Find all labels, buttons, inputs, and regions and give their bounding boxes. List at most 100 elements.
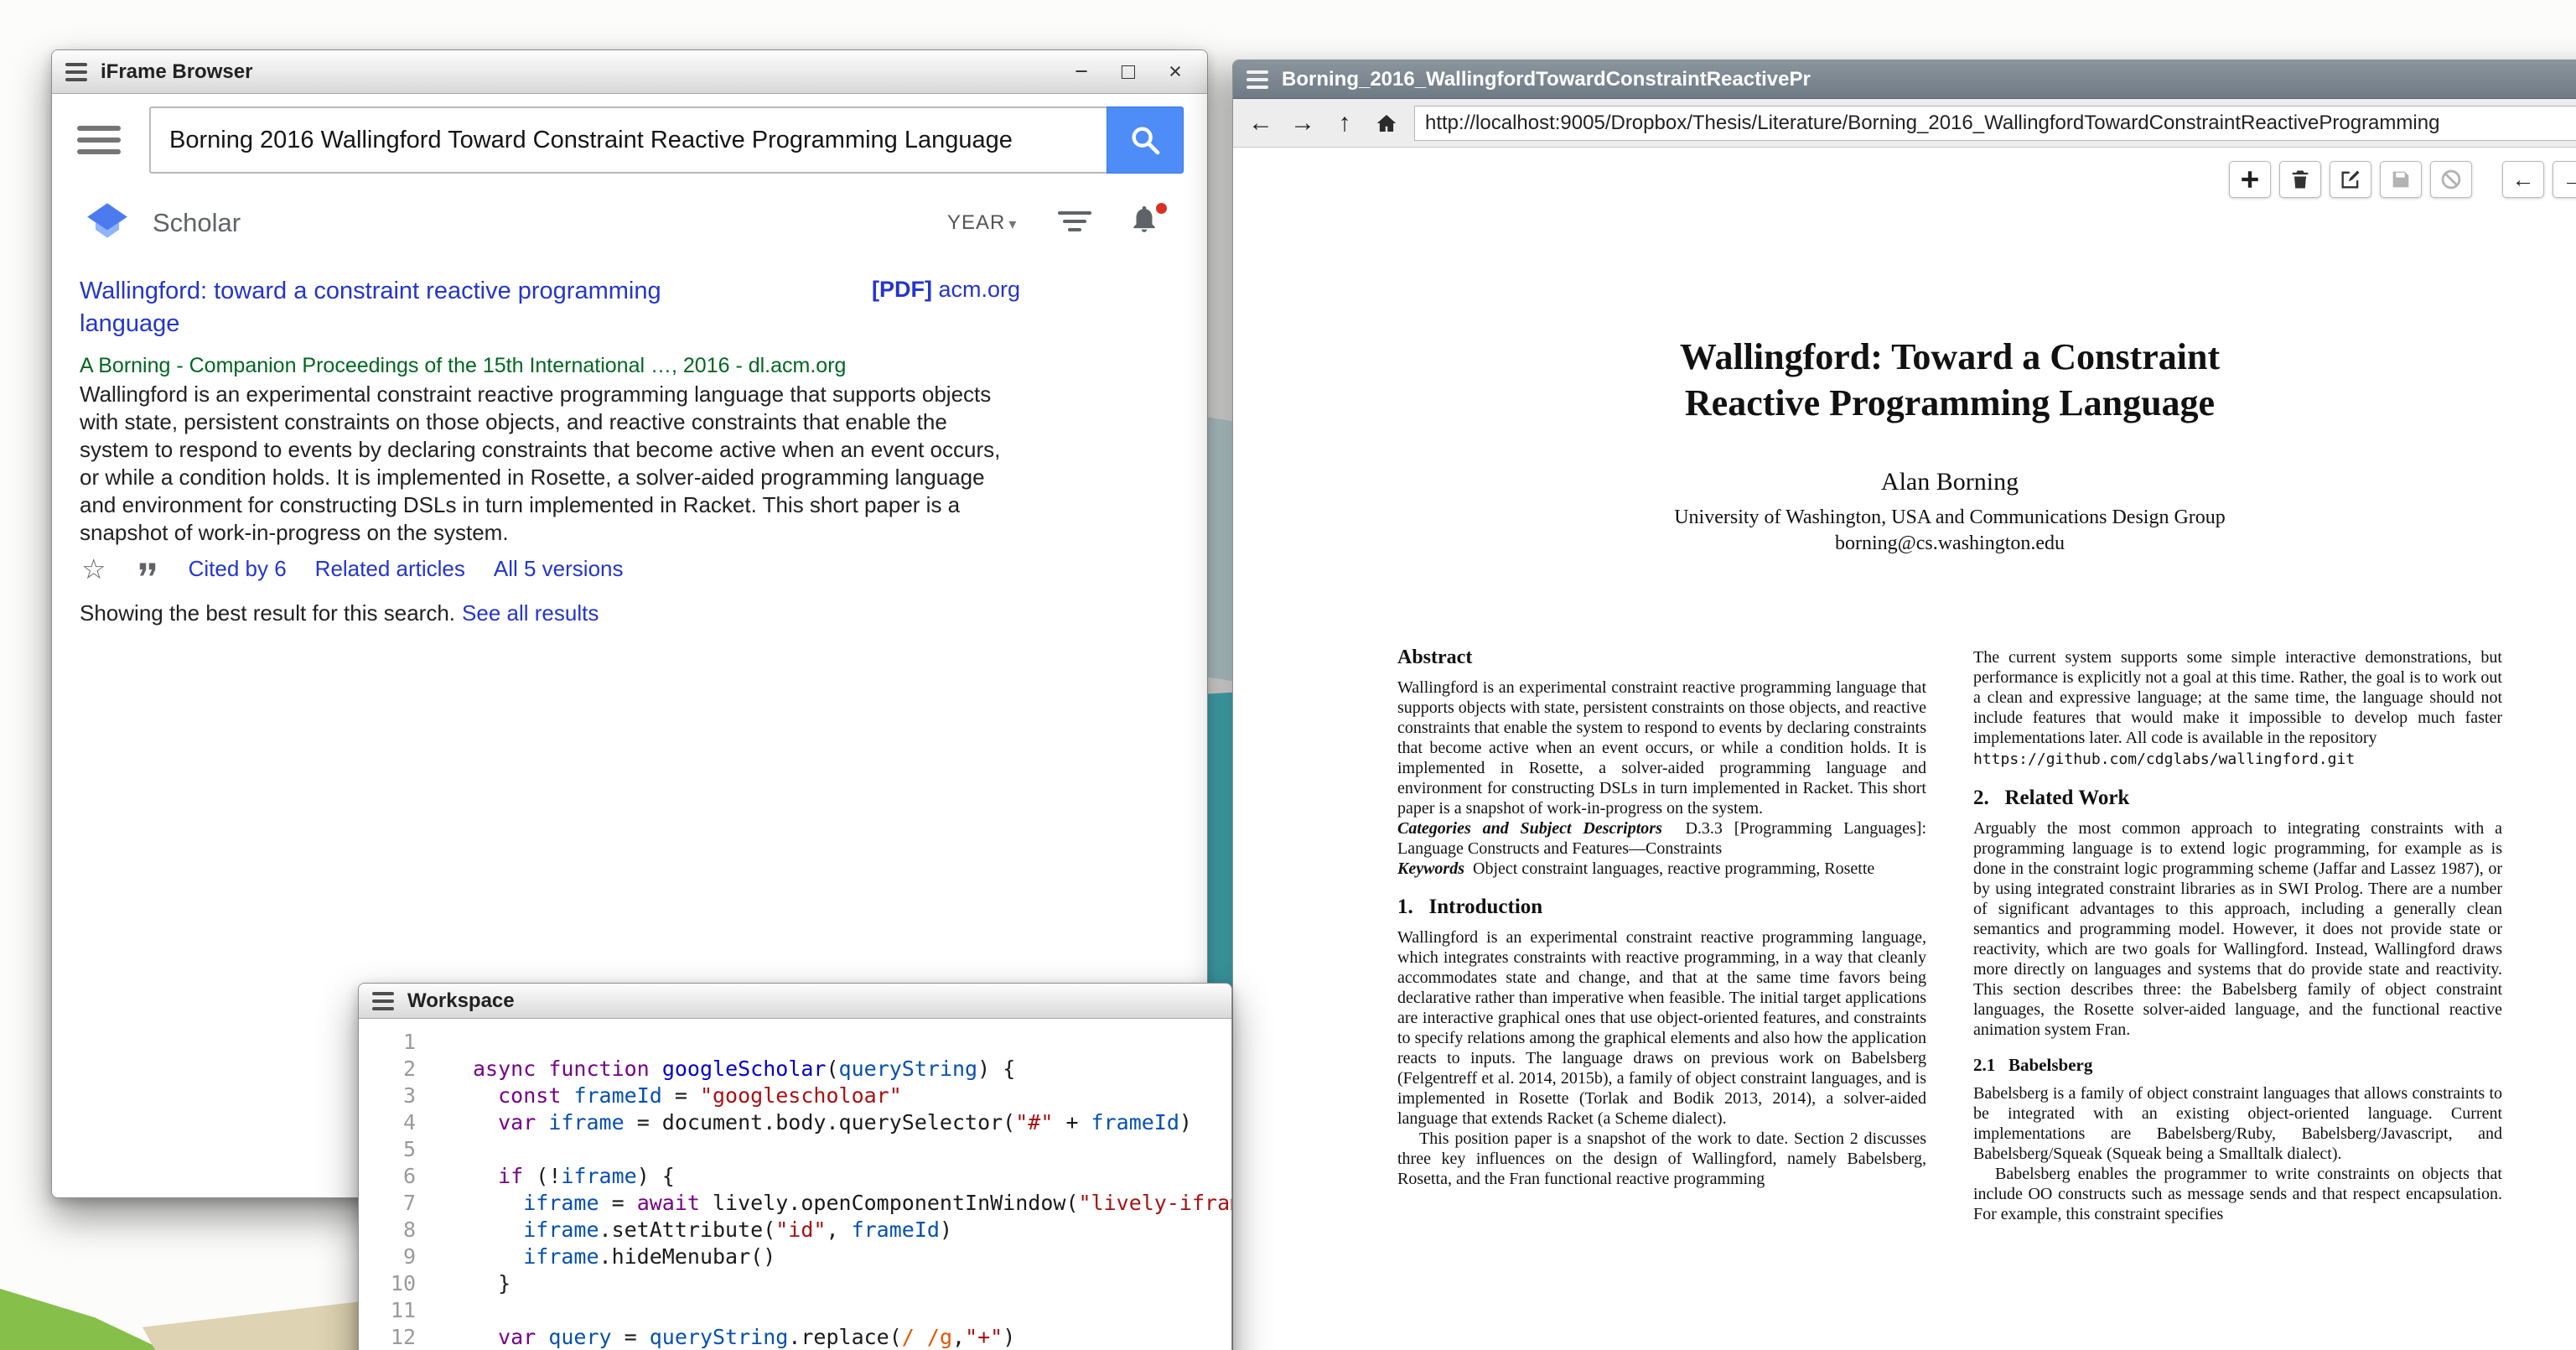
window-controls: − □ ×	[1063, 57, 1194, 87]
code-line[interactable]: iframe.setAttribute("id", frameId)	[473, 1217, 1231, 1244]
toolbar-divider	[2480, 161, 2494, 198]
result-title-line2: language	[80, 308, 842, 340]
code-line[interactable]: var iframe = document.body.querySelector…	[473, 1109, 1231, 1136]
section-2-1-heading: 2.1 Babelsberg	[1973, 1055, 2502, 1075]
plus-icon	[2239, 169, 2261, 190]
window-title: Borning_2016_WallingfordTowardConstraint…	[1282, 68, 1811, 91]
line-number: 1	[359, 1029, 416, 1056]
up-button[interactable]: ↑	[1325, 105, 1364, 142]
chevron-down-icon: ▾	[1008, 215, 1017, 232]
cited-by-link[interactable]: Cited by 6	[189, 556, 287, 582]
code-line[interactable]: if (!iframe) {	[473, 1163, 1231, 1190]
minimize-button[interactable]: −	[1063, 57, 1100, 87]
scholar-cap-icon	[86, 201, 129, 240]
footer-text: Showing the best result for this search.	[80, 600, 455, 626]
edit-button[interactable]	[2330, 161, 2371, 198]
code-line[interactable]: const frameId = "googlescholoar"	[473, 1083, 1231, 1109]
pdf-source: acm.org	[939, 277, 1021, 302]
repo-link[interactable]: https://github.com/cdglabs/wallingford.g…	[1973, 750, 2502, 770]
abstract-heading: Abstract	[1397, 647, 1926, 667]
window-title: Workspace	[407, 989, 515, 1013]
section-1-paragraph: Wallingford is an experimental constrain…	[1397, 927, 1926, 1129]
page-back-button[interactable]: ←	[2502, 161, 2544, 198]
pdf-page: Wallingford: Toward a Constraint Reactiv…	[1233, 148, 2576, 1350]
keywords-text: Object constraint languages, reactive pr…	[1464, 859, 1874, 878]
add-button[interactable]	[2229, 161, 2271, 198]
cancel-button[interactable]	[2430, 161, 2472, 198]
cite-quote-icon[interactable]	[135, 557, 160, 582]
related-articles-link[interactable]: Related articles	[315, 556, 465, 582]
close-button[interactable]: ×	[1157, 57, 1194, 87]
line-number: 4	[359, 1109, 416, 1136]
code-line[interactable]: async function googleScholar(queryString…	[473, 1056, 1231, 1083]
year-filter-dropdown[interactable]: YEAR▾	[947, 211, 1017, 235]
edit-icon	[2339, 168, 2362, 191]
cancel-icon	[2439, 168, 2463, 191]
iframe-browser-titlebar[interactable]: iFrame Browser − □ ×	[52, 50, 1207, 94]
pdf-window-titlebar[interactable]: Borning_2016_WallingfordTowardConstraint…	[1233, 60, 2576, 99]
page-forward-button[interactable]: →	[2553, 161, 2576, 198]
scholar-logo-icon[interactable]	[86, 201, 129, 244]
categories-label: Categories and Subject Descriptors	[1397, 819, 1662, 838]
window-menu-icon[interactable]	[65, 63, 87, 81]
home-button[interactable]	[1367, 105, 1406, 142]
window-menu-icon[interactable]	[1247, 70, 1268, 89]
url-input[interactable]	[1414, 106, 2576, 141]
result-title-link[interactable]: Wallingford: toward a constraint reactiv…	[80, 275, 842, 340]
section-2-paragraph: Arguably the most common approach to int…	[1973, 818, 2502, 1040]
workspace-titlebar[interactable]: Workspace	[359, 984, 1231, 1019]
home-icon	[1374, 111, 1399, 136]
forward-button[interactable]: →	[1283, 105, 1322, 142]
maximize-button[interactable]: □	[1110, 57, 1147, 87]
filter-icon[interactable]	[1056, 211, 1093, 240]
paper-title: Wallingford: Toward a Constraint Reactiv…	[1397, 334, 2502, 426]
section-2-heading: 2. Related Work	[1973, 788, 2502, 808]
browser-navbar: ← → ↑	[1233, 99, 2576, 148]
code-line[interactable]: var query = queryString.replace(/ /g,"+"…	[473, 1324, 1231, 1350]
save-star-icon[interactable]: ☆	[81, 555, 106, 583]
save-button[interactable]	[2380, 161, 2422, 198]
browser-menu-icon[interactable]	[77, 126, 121, 154]
code-line[interactable]: iframe.hideMenubar()	[473, 1244, 1231, 1270]
code-line[interactable]	[473, 1029, 1231, 1056]
code-line[interactable]: iframe = await lively.openComponentInWin…	[473, 1190, 1231, 1217]
window-title: iFrame Browser	[101, 60, 252, 84]
result-actions: ☆ Cited by 6 Related articles All 5 vers…	[81, 555, 624, 583]
paper-email: borning@cs.washington.edu	[1397, 532, 2502, 555]
notification-dot	[1156, 203, 1167, 214]
column2-paragraph: The current system supports some simple …	[1973, 647, 2502, 748]
quote-icon	[135, 557, 160, 582]
code-line[interactable]	[473, 1136, 1231, 1163]
result-footer: Showing the best result for this search.…	[80, 600, 599, 626]
search-bar	[52, 105, 1207, 175]
paper-columns: Abstract Wallingford is an experimental …	[1397, 647, 2502, 1224]
search-button[interactable]	[1107, 106, 1184, 174]
delete-button[interactable]	[2279, 161, 2321, 198]
all-versions-link[interactable]: All 5 versions	[494, 556, 624, 582]
trash-icon	[2288, 168, 2312, 191]
code-line[interactable]	[473, 1297, 1231, 1324]
line-number: 11	[359, 1297, 416, 1324]
code-area[interactable]: async function googleScholar(queryString…	[424, 1029, 1231, 1350]
alerts-bell-button[interactable]	[1128, 203, 1167, 241]
section-2-1-paragraph: Babelsberg enables the programmer to wri…	[1973, 1164, 2502, 1224]
search-result: Wallingford: toward a constraint reactiv…	[80, 275, 1186, 340]
workspace-window: Workspace 123456789101112 async function…	[358, 983, 1232, 1350]
code-line[interactable]: }	[473, 1270, 1231, 1297]
line-number: 6	[359, 1163, 416, 1190]
pdf-toolbar: ← →	[2229, 161, 2576, 198]
back-button[interactable]: ←	[1241, 105, 1280, 142]
line-number: 10	[359, 1270, 416, 1297]
pdf-source-link[interactable]: [PDF] acm.org	[872, 277, 1020, 303]
see-all-results-link[interactable]: See all results	[462, 600, 599, 626]
code-editor[interactable]: 123456789101112 async function googleSch…	[359, 1019, 1231, 1350]
categories-line: Categories and Subject Descriptors D.3.3…	[1397, 818, 1926, 859]
paper-affiliation: University of Washington, USA and Commun…	[1397, 506, 2502, 529]
section-1-heading: 1. Introduction	[1397, 897, 1926, 917]
result-title-line1: Wallingford: toward a constraint reactiv…	[80, 275, 842, 308]
background-shape-green	[0, 1278, 163, 1350]
window-menu-icon[interactable]	[372, 992, 394, 1010]
paper-author: Alan Borning	[1397, 468, 2502, 496]
search-input[interactable]	[149, 106, 1107, 174]
year-filter-label: YEAR	[947, 211, 1005, 234]
